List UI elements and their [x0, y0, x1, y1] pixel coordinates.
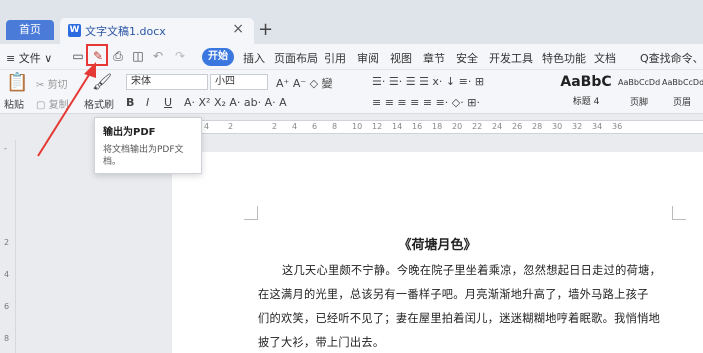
ruler-tick: 6	[312, 122, 318, 131]
style-header[interactable]: AaBbCcDd 页眉	[662, 74, 703, 108]
vruler-tick: 6	[4, 302, 10, 311]
word-doc-icon: W	[68, 24, 81, 37]
style-sample-header: AaBbCcDd	[662, 78, 703, 87]
tab-insert[interactable]: 插入	[243, 50, 265, 66]
horizontal-ruler[interactable]: 4 2 2 4 6 8 10 12 14 16 18 20 22 24 26 2…	[192, 120, 703, 134]
ruler-tick: 18	[432, 122, 443, 131]
ruler-tick: 30	[552, 122, 563, 131]
font-size-select[interactable]: 小四	[210, 74, 268, 90]
print-icon[interactable]: ⎙	[110, 48, 126, 64]
ruler-tick: 2	[272, 122, 278, 131]
tab-security[interactable]: 安全	[456, 50, 478, 66]
vruler-tick: -	[4, 144, 7, 153]
ruler-tick: 2	[228, 122, 234, 131]
style-name-footer: 页脚	[629, 98, 648, 108]
ruler-tick: 4	[204, 122, 210, 131]
close-tab-icon[interactable]: ×	[232, 21, 244, 37]
ruler-tick: 10	[352, 122, 363, 131]
font-select[interactable]: 宋体	[126, 74, 208, 90]
vruler-tick: 2	[4, 238, 10, 247]
paragraph-line: 在这满月的光里，总该另有一番样子吧。月亮渐渐地升高了，墙外马路上孩子	[258, 288, 649, 301]
align-icons[interactable]: ≡ ≡ ≡ ≡ ≡ ≡· ◇· ⊞·	[372, 96, 480, 109]
list-icons[interactable]: ☰· ☰· ☰ ☰ ⅹ· ↓ ≡· ⊞	[372, 75, 484, 88]
vruler-tick: 4	[4, 270, 10, 279]
tooltip-title: 输出为PDF	[103, 127, 156, 138]
ruler-tick: 28	[532, 122, 543, 131]
tooltip-description: 将文档输出为PDF文档。	[103, 145, 184, 167]
tab-developer[interactable]: 开发工具	[489, 50, 533, 66]
new-tab-button[interactable]: +	[258, 19, 273, 40]
ruler-tick: 34	[592, 122, 603, 131]
document-page[interactable]: 《荷塘月色》 这几天心里颇不宁静。今晚在院子里坐着乘凉，忽然想起日日走过的荷塘，…	[172, 152, 703, 353]
document-tab-label: 文字文稿1.docx	[85, 25, 166, 38]
tab-start[interactable]: 开始	[202, 48, 234, 66]
home-tab[interactable]: 首页	[6, 20, 54, 40]
ruler-tick: 36	[612, 122, 623, 131]
undo-icon[interactable]: ↶	[150, 48, 166, 64]
ruler-tick: 26	[512, 122, 523, 131]
tab-review[interactable]: 审阅	[357, 50, 379, 66]
ruler-tick: 22	[472, 122, 483, 131]
paragraph-line: 这几天心里颇不宁静。今晚在院子里坐着乘凉，忽然想起日日走过的荷塘，	[282, 264, 662, 277]
tab-references[interactable]: 引用	[324, 50, 346, 66]
tooltip: 输出为PDF 将文档输出为PDF文档。	[94, 117, 202, 174]
margin-corner	[244, 206, 258, 220]
paragraph-line: 们的欢笑，已经听不见了；妻在屋里拍着闰儿，迷迷糊糊地哼着眠歌。我悄悄地	[258, 312, 661, 325]
underline-icon[interactable]: U	[164, 96, 172, 109]
ruler-tick: 12	[372, 122, 383, 131]
ruler-tick: 8	[332, 122, 338, 131]
paste-icon[interactable]: 📋	[6, 72, 28, 93]
tab-chapter[interactable]: 章节	[423, 50, 445, 66]
paragraph-line: 披了大衫，带上门出去。	[258, 336, 385, 349]
bold-icon[interactable]: B	[126, 96, 134, 109]
document-tab[interactable]: W 文字文稿1.docx ×	[60, 18, 254, 44]
font-grow-icon[interactable]: A⁺ A⁻ ◇ 變	[276, 75, 333, 91]
print-preview-icon[interactable]: ◫	[130, 48, 146, 64]
style-name-header: 页眉	[672, 98, 691, 108]
italic-icon[interactable]: I	[146, 96, 149, 109]
ruler-tick: 32	[572, 122, 583, 131]
style-name-heading: 标题 4	[572, 97, 600, 107]
ruler-tick: 20	[452, 122, 463, 131]
vertical-ruler[interactable]: - 2 4 6 8	[0, 140, 16, 353]
tab-features[interactable]: 特色功能	[542, 50, 586, 66]
document-title: 《荷塘月色》	[398, 238, 477, 253]
tab-docs[interactable]: 文档	[594, 50, 616, 66]
style-footer[interactable]: AaBbCcDd 页脚	[618, 74, 660, 108]
style-sample-heading: AaBbC	[560, 74, 612, 90]
ruler-tick: 24	[492, 122, 503, 131]
ruler-tick: 14	[392, 122, 403, 131]
font-effects-icon[interactable]: A· X² X₂ A· ab· A· A	[184, 96, 287, 109]
vruler-tick: 8	[4, 334, 10, 343]
paste-button[interactable]: 粘贴	[4, 96, 24, 111]
ruler-tick: 4	[292, 122, 298, 131]
tab-view[interactable]: 视图	[390, 50, 412, 66]
red-arrow-annotation	[37, 62, 96, 157]
tab-page-layout[interactable]: 页面布局	[274, 50, 318, 66]
ruler-tick: 16	[412, 122, 423, 131]
style-sample-footer: AaBbCcDd	[618, 78, 661, 87]
redo-icon[interactable]: ↷	[172, 48, 188, 64]
margin-corner	[672, 206, 686, 220]
style-heading4[interactable]: AaBbC 标题 4	[556, 74, 616, 107]
command-search[interactable]: Q查找命令、搜	[640, 50, 703, 66]
